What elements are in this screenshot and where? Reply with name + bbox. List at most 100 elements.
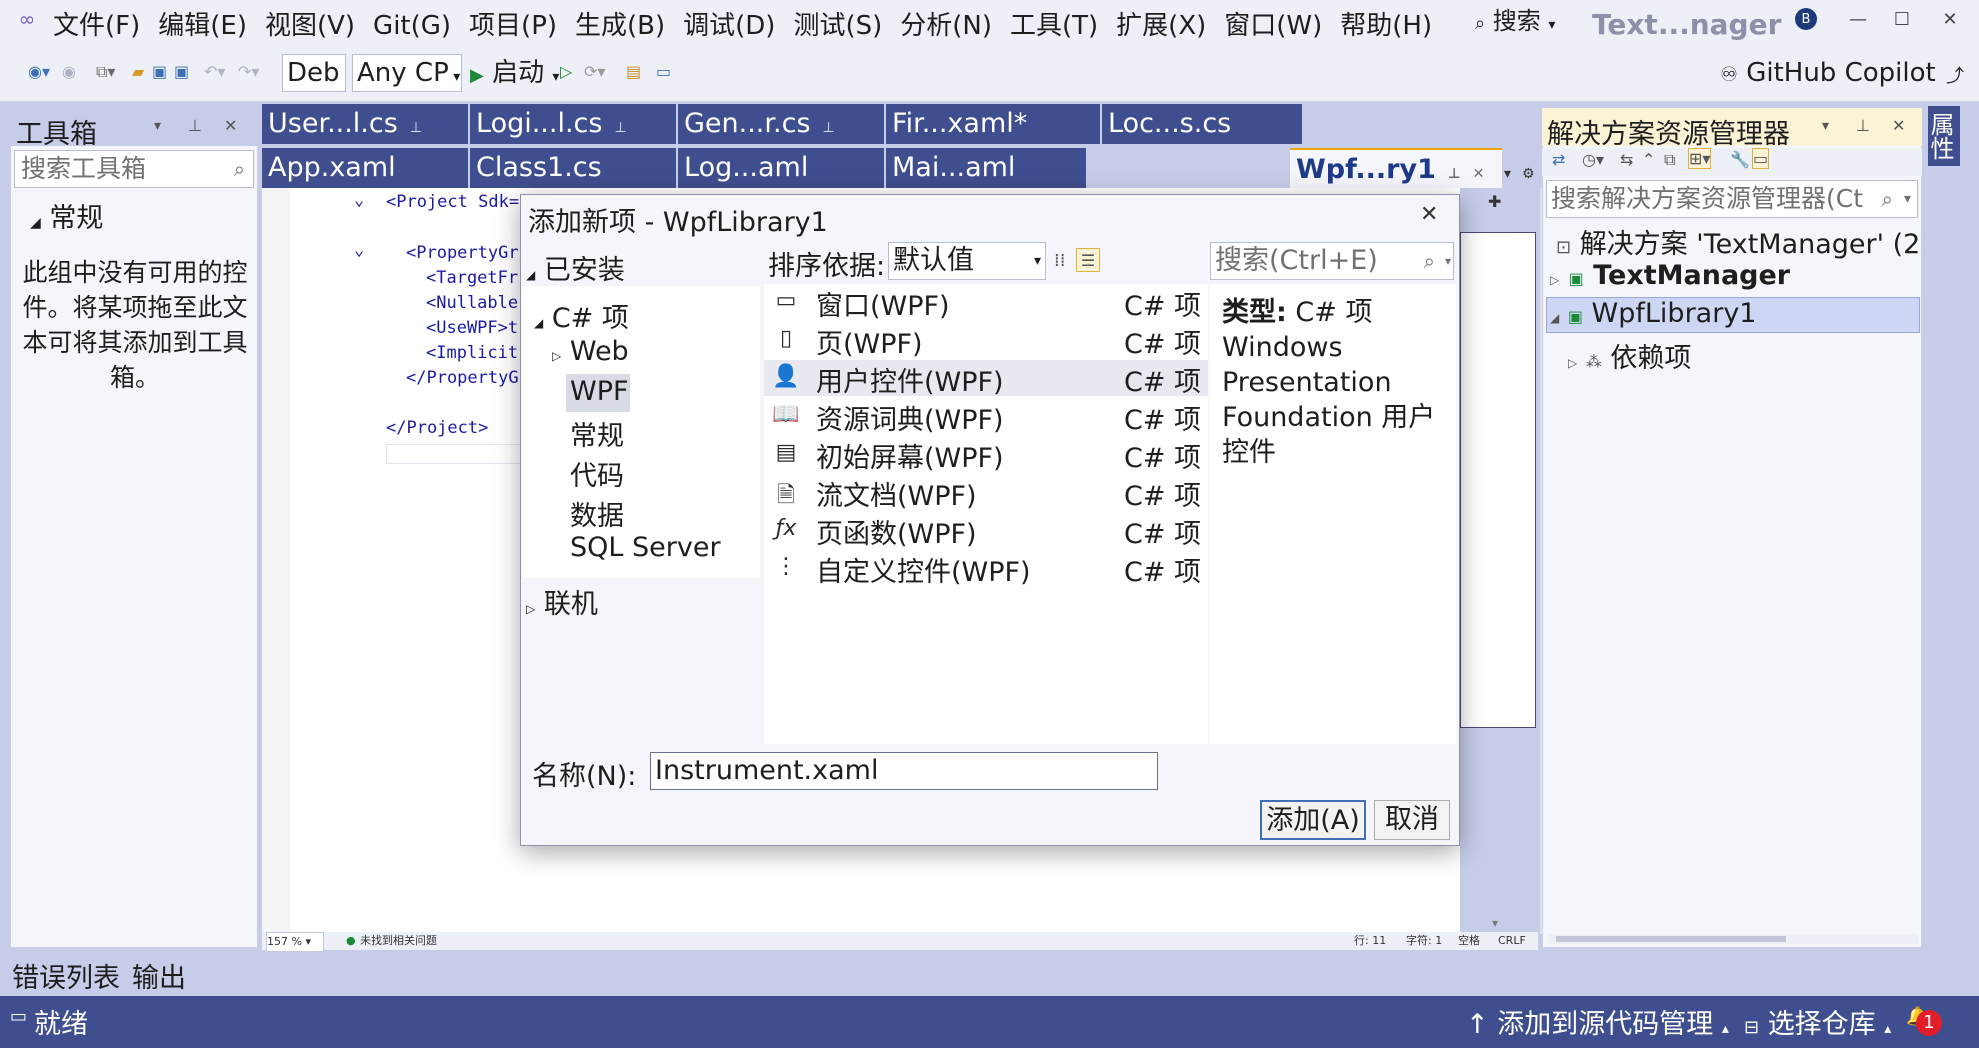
new-item-icon[interactable]: ⧉▾ <box>96 62 115 82</box>
tab-log-aml[interactable]: Log...aml <box>678 148 884 188</box>
toolbox-search-input[interactable]: 搜索工具箱 ⌕ <box>14 150 254 188</box>
menu-test[interactable]: 测试(S) <box>784 6 891 46</box>
tab-app-xaml[interactable]: App.xaml <box>262 148 468 188</box>
template-custom-control-wpf[interactable]: ⋮ 自定义控件(WPF) C# 项 <box>772 550 1208 588</box>
tab-logi[interactable]: Logi...l.cs ⊥ <box>470 104 676 144</box>
tree-data[interactable]: 数据 <box>570 494 624 533</box>
online-node[interactable]: ▷ 联机 <box>526 582 598 621</box>
name-input[interactable]: Instrument.xaml <box>650 752 1158 790</box>
scrollbar-thumb[interactable] <box>1556 936 1786 942</box>
close-icon[interactable]: ✕ <box>1420 202 1438 227</box>
minimize-icon[interactable]: — <box>1838 4 1878 34</box>
select-repository-button[interactable]: ⊟ 选择仓库 ▴ <box>1744 1002 1891 1041</box>
redo-icon[interactable]: ↷▾ <box>238 62 259 81</box>
horizontal-scrollbar[interactable] <box>1548 934 1918 944</box>
minimap[interactable] <box>1460 232 1536 728</box>
solution-search-input[interactable]: 搜索解决方案资源管理器(Ct ⌕ ▾ <box>1546 180 1918 218</box>
zoom-dropdown[interactable]: 157 % ▾ <box>266 932 324 952</box>
open-folder-icon[interactable]: ▰ <box>132 62 144 81</box>
close-icon[interactable]: ✕ <box>1473 166 1485 182</box>
template-page-function-wpf[interactable]: ƒx 页函数(WPF) C# 项 <box>772 512 1208 550</box>
template-user-control-wpf[interactable]: 👤 用户控件(WPF) C# 项 <box>772 360 1208 398</box>
menu-view[interactable]: 视图(V) <box>256 6 364 46</box>
add-button[interactable]: 添加(A) <box>1260 800 1366 840</box>
menu-analyze[interactable]: 分析(N) <box>891 6 1001 46</box>
maximize-icon[interactable]: ☐ <box>1882 4 1922 34</box>
tab-main-aml[interactable]: Mai...aml <box>886 148 1086 188</box>
hot-reload-icon[interactable]: ⟳▾ <box>584 62 605 81</box>
filter-icon[interactable]: ⊞▾ <box>1688 148 1712 169</box>
pin-icon[interactable]: ⊥ <box>614 120 626 136</box>
tree-project-textmanager[interactable]: ▷ ▣ TextManager <box>1550 260 1790 291</box>
template-resource-dictionary-wpf[interactable]: 📖 资源词典(WPF) C# 项 <box>772 398 1208 436</box>
close-icon[interactable]: ✕ <box>1930 4 1970 34</box>
properties-tab[interactable]: 属性 <box>1926 106 1960 166</box>
tree-web[interactable]: ▷ Web <box>552 336 629 367</box>
show-all-icon[interactable]: ⧉ <box>1664 150 1675 170</box>
close-icon[interactable]: ✕ <box>224 116 237 135</box>
tree-code[interactable]: 代码 <box>570 454 624 493</box>
menu-build[interactable]: 生成(B) <box>566 6 674 46</box>
installed-node[interactable]: ◢ 已安装 <box>526 248 625 287</box>
save-all-icon[interactable]: ▣ <box>174 62 189 81</box>
tree-wpf[interactable]: WPF <box>570 376 629 407</box>
menu-extensions[interactable]: 扩展(X) <box>1107 6 1215 46</box>
whitespace-indicator[interactable]: 空格 <box>1458 932 1480 950</box>
tree-solution[interactable]: ⊡ 解决方案 'TextManager' (2 <box>1556 222 1920 261</box>
tree-project-wpflibrary1[interactable]: ◢ ▣ WpfLibrary1 <box>1550 298 1756 329</box>
menu-debug[interactable]: 调试(D) <box>674 6 784 46</box>
tab-loc[interactable]: Loc...s.cs <box>1102 104 1302 144</box>
small-icons-view-icon[interactable]: ⁞⁞ <box>1054 250 1065 271</box>
switch-views-icon[interactable]: ⇄ <box>1552 150 1565 169</box>
eol-indicator[interactable]: CRLF <box>1498 932 1526 950</box>
pin-icon[interactable]: ⊥ <box>1856 116 1870 135</box>
save-icon[interactable]: ▣ <box>152 62 167 81</box>
fold-icon[interactable]: ⌄ <box>354 240 364 260</box>
avatar[interactable]: B <box>1795 8 1817 30</box>
pin-icon[interactable]: ⊥ <box>1448 166 1461 182</box>
menu-tools[interactable]: 工具(T) <box>1001 6 1107 46</box>
pin-icon[interactable]: ⊥ <box>188 116 202 135</box>
list-view-icon[interactable]: ☰ <box>1076 248 1100 272</box>
collapse-all-icon[interactable]: ⌃ <box>1642 150 1655 169</box>
menu-edit[interactable]: 编辑(E) <box>149 6 256 46</box>
configuration-dropdown[interactable]: Deb <box>282 54 346 92</box>
global-search[interactable]: ⌕ 搜索 ▾ <box>1475 6 1555 40</box>
scroll-down-icon[interactable]: ▾ <box>1492 916 1498 930</box>
forward-icon[interactable]: ◉ <box>62 62 76 81</box>
template-search-input[interactable]: 搜索(Ctrl+E) ⌕ ▾ <box>1210 242 1454 280</box>
sort-dropdown[interactable]: 默认值 ▾ <box>888 242 1046 280</box>
dropdown-icon[interactable]: ▾ <box>1822 118 1829 134</box>
template-splash-screen-wpf[interactable]: ▤ 初始屏幕(WPF) C# 项 <box>772 436 1208 474</box>
sync-icon[interactable]: ⇆ <box>1620 150 1633 169</box>
error-list-tab[interactable]: 错误列表 <box>12 956 120 995</box>
pin-icon[interactable]: ⊥ <box>410 120 422 136</box>
menu-help[interactable]: 帮助(H) <box>1331 6 1441 46</box>
fold-icon[interactable]: ⌄ <box>354 190 364 210</box>
pin-icon[interactable]: ⊥ <box>823 120 835 136</box>
tab-wpflibrary1[interactable]: Wpf...ry1 ⊥ ✕ <box>1290 148 1502 188</box>
back-icon[interactable]: ◉▾ <box>28 62 50 81</box>
feedback-icon[interactable]: ⤴ <box>1946 62 1964 88</box>
properties-wrench-icon[interactable]: 🔧 <box>1730 150 1750 169</box>
menu-file[interactable]: 文件(F) <box>44 6 149 46</box>
layout-icon[interactable]: ▭ <box>656 62 671 81</box>
platform-dropdown[interactable]: Any CP ▾ <box>352 54 462 92</box>
template-flow-document-wpf[interactable]: 🗎 流文档(WPF) C# 项 <box>772 474 1208 512</box>
tab-gen[interactable]: Gen...r.cs ⊥ <box>678 104 884 144</box>
tree-dependencies[interactable]: ▷ ⁂ 依赖项 <box>1568 336 1691 375</box>
split-icon[interactable]: ✚ <box>1488 192 1501 211</box>
menu-project[interactable]: 项目(P) <box>460 6 566 46</box>
tab-fir[interactable]: Fir...xaml* <box>886 104 1100 144</box>
history-icon[interactable]: ◷▾ <box>1582 150 1604 169</box>
issues-status[interactable]: 未找到相关问题 <box>360 932 437 950</box>
start-without-debug-icon[interactable]: ▷ <box>560 62 572 81</box>
settings-icon[interactable]: ⚙ <box>1522 166 1535 182</box>
template-window-wpf[interactable]: ▭ 窗口(WPF) C# 项 <box>772 284 1208 322</box>
tab-user[interactable]: User...l.cs ⊥ <box>262 104 468 144</box>
tree-csharp-items[interactable]: ◢ C# 项 <box>534 296 629 335</box>
menu-git[interactable]: Git(G) <box>364 6 460 46</box>
menu-window[interactable]: 窗口(W) <box>1215 6 1331 46</box>
undo-icon[interactable]: ↶▾ <box>204 62 225 81</box>
start-debug-button[interactable]: ▶ 启动 ▾ <box>470 54 559 96</box>
